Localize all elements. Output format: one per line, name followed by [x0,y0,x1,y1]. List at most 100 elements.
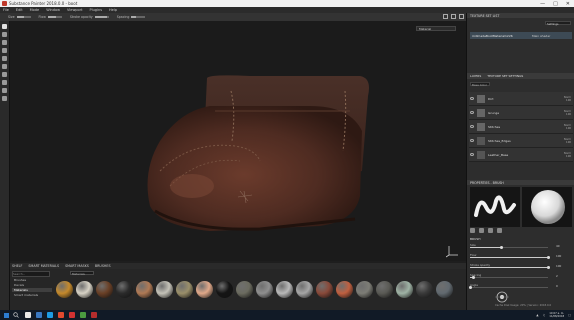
layer-row[interactable]: Stitches_Edges Norm 100 [469,134,573,148]
material-thumbnail[interactable] [396,281,413,298]
tab-smart-masks[interactable]: SMART MASKS [65,264,89,268]
layer-opacity[interactable]: 100 [566,141,571,144]
material-thumbnail[interactable] [216,281,233,298]
material-thumbnail[interactable] [316,281,333,298]
option-spacing[interactable]: Spacing [117,15,146,19]
geometry-decal-icon[interactable] [2,48,7,53]
tab-shelf[interactable]: SHELF [12,264,22,268]
option-slider[interactable] [47,16,62,18]
paint-brush-icon[interactable] [2,24,7,29]
taskbar-app-icon[interactable] [69,312,75,318]
shelf-search-input[interactable]: Search... [12,271,50,277]
menu-mode[interactable]: Mode [30,8,40,12]
layer-opacity[interactable]: 100 [566,155,571,158]
notifications-icon[interactable]: □ [568,313,571,317]
stencil-tab-icon[interactable] [488,228,493,233]
search-icon[interactable] [13,312,19,318]
visibility-eye-icon[interactable] [470,153,474,156]
param-value[interactable]: 100 [556,254,561,258]
minimize-icon[interactable]: — [540,1,545,7]
material-thumbnail[interactable] [96,281,113,298]
param-slider-handle[interactable] [546,255,550,259]
material-thumbnail[interactable] [376,281,393,298]
param-slider[interactable] [470,287,548,289]
clock[interactable]: 10:07 a. m. 11/08/2018 [549,312,564,318]
menu-file[interactable]: File [3,8,9,12]
option-slider[interactable] [94,16,109,18]
param-slider-handle[interactable] [546,265,550,269]
blend-channel-dropdown[interactable]: Base Color [470,82,490,87]
bake-icon[interactable] [2,88,7,93]
brush-tab-icon[interactable] [470,228,475,233]
menu-viewport[interactable]: Viewport [67,8,82,12]
option-slider[interactable] [131,16,146,18]
param-value[interactable]: 40 [556,244,560,248]
shelf-category[interactable]: Brushes [12,278,52,282]
shelf-category[interactable]: Smart materials [12,293,52,297]
visibility-eye-icon[interactable] [470,139,474,142]
material-thumbnail[interactable] [336,281,353,298]
visibility-eye-icon[interactable] [470,97,474,100]
material-thumbnail[interactable] [196,281,213,298]
layer-row[interactable]: Leather_Base Norm 100 [469,148,573,162]
viewport-mode-dropdown[interactable]: Material [416,26,456,31]
material-thumbnail[interactable] [116,281,133,298]
taskbar-app-icon[interactable] [58,312,64,318]
taskbar-app-icon[interactable] [36,312,42,318]
eraser-icon[interactable] [2,32,7,37]
menu-edit[interactable]: Edit [16,8,23,12]
taskbar-app-icon[interactable] [25,312,31,318]
material-thumbnail[interactable] [256,281,273,298]
param-slider-handle[interactable] [499,245,503,249]
layer-opacity[interactable]: 100 [566,99,571,102]
screenshot-icon[interactable] [451,14,456,19]
tab-layers[interactable]: LAYERS [470,74,481,78]
display-settings-icon[interactable] [459,14,464,19]
close-icon[interactable]: ✕ [566,1,570,7]
material-thumbnail[interactable] [416,281,433,298]
tab-smart-materials[interactable]: SMART MATERIALS [28,264,59,268]
material-thumbnail[interactable] [156,281,173,298]
material-filter[interactable]: Materials [70,271,94,276]
material-thumbnail[interactable] [176,281,193,298]
taskbar-app-icon[interactable] [47,312,53,318]
material-thumbnail[interactable] [356,281,373,298]
shelf-category[interactable]: Decals [12,283,52,287]
param-slider[interactable] [470,267,548,269]
shader-dropdown[interactable]: Main shader [532,34,550,38]
material-tab-icon[interactable] [497,228,502,233]
material-thumbnail[interactable] [56,281,73,298]
layer-row[interactable]: Dirt Norm 100 [469,92,573,106]
camera-icon[interactable] [443,14,448,19]
alpha-tab-icon[interactable] [479,228,484,233]
windows-start-icon[interactable] [4,312,9,318]
visibility-eye-icon[interactable] [470,125,474,128]
param-slider[interactable] [470,277,548,279]
param-value[interactable]: 100 [556,264,561,268]
taskbar-app-icon[interactable] [91,312,97,318]
material-thumbnail[interactable] [236,281,253,298]
taskbar-app-icon[interactable] [80,312,86,318]
param-value[interactable]: 2 [556,274,558,278]
menu-help[interactable]: Help [109,8,117,12]
shelf-category-selected[interactable]: Materials [12,288,52,292]
network-icon[interactable]: ▲ [536,313,538,317]
param-slider[interactable] [470,247,548,249]
projection-icon[interactable] [2,40,7,45]
material-thumbnail[interactable] [436,281,453,298]
option-stroke-opacity[interactable]: Stroke opacity [70,15,109,19]
texture-set-item[interactable]: millmadeBootMaterial1226 Main shader [470,32,572,39]
layer-opacity[interactable]: 100 [566,113,571,116]
polygon-fill-icon[interactable] [2,56,7,61]
param-slider-handle[interactable] [468,285,472,289]
layer-opacity[interactable]: 100 [566,127,571,130]
camera-tool-icon[interactable] [2,96,7,101]
option-slider[interactable] [16,16,31,18]
material-thumbnail[interactable] [136,281,153,298]
menu-plugins[interactable]: Plugins [89,8,102,12]
volume-icon[interactable]: ♫ [543,313,546,317]
tab-texture-set-settings[interactable]: TEXTURE SET SETTINGS [487,74,523,78]
tab-brushes[interactable]: BRUSHES [95,264,111,268]
smudge-icon[interactable] [2,64,7,69]
option-flow[interactable]: Flow [39,15,62,19]
